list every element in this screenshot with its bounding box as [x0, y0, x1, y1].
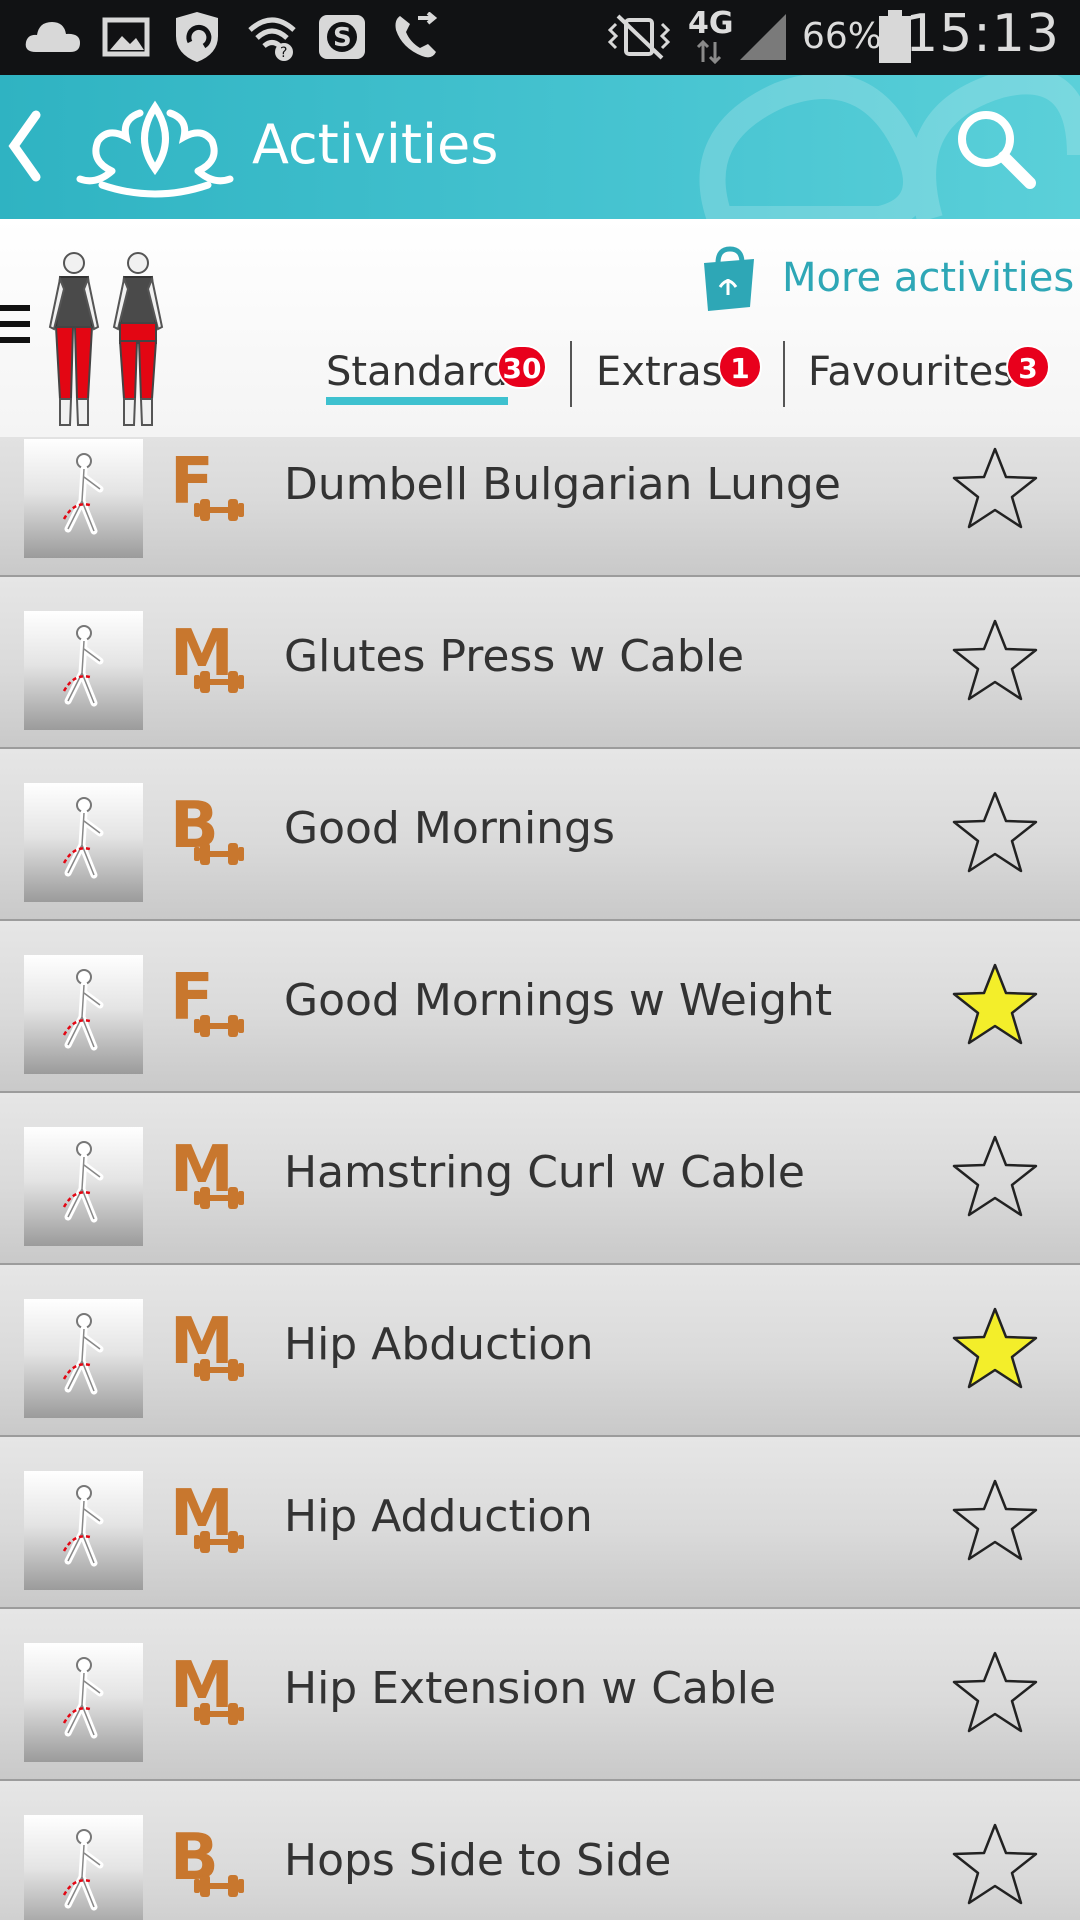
exercise-thumbnail [24, 1815, 143, 1920]
favourite-star-icon[interactable] [950, 617, 1040, 705]
list-item[interactable]: M Hamstring Curl w Cable [0, 1093, 1080, 1265]
tab-divider [570, 341, 572, 407]
app-bar: Activities [0, 75, 1080, 219]
level-badge: F [170, 961, 254, 1045]
favourite-star-icon[interactable] [950, 1821, 1040, 1909]
call-forward-icon [395, 12, 438, 58]
standard-count-badge: 30 [497, 345, 547, 389]
exercise-thumbnail [24, 1127, 143, 1246]
cloud-icon [25, 22, 80, 52]
app-logo [76, 100, 234, 198]
exercise-name: Hops Side to Side [284, 1835, 672, 1886]
exercise-name: Hip Abduction [284, 1319, 594, 1370]
muscle-map-figure[interactable] [40, 249, 172, 433]
gallery-icon [102, 17, 150, 57]
list-item[interactable]: M Hip Extension w Cable [0, 1609, 1080, 1781]
exercise-thumbnail [24, 783, 143, 902]
exercise-name: Hip Adduction [284, 1491, 593, 1542]
favourite-star-icon[interactable] [950, 1649, 1040, 1737]
level-badge: M [170, 1305, 254, 1389]
favourite-star-icon-filled[interactable] [950, 1305, 1040, 1393]
list-item[interactable]: M Hip Adduction [0, 1437, 1080, 1609]
exercise-thumbnail [24, 611, 143, 730]
tab-extras-label: Extras [596, 349, 723, 395]
level-badge: M [170, 617, 254, 701]
level-badge: M [170, 1133, 254, 1217]
list-item[interactable]: B Hops Side to Side [0, 1781, 1080, 1920]
list-item[interactable]: F Dumbell Bulgarian Lunge [0, 437, 1080, 577]
menu-icon[interactable] [0, 303, 30, 345]
level-badge: M [170, 1477, 254, 1561]
list-item[interactable]: M Glutes Press w Cable [0, 577, 1080, 749]
clock: 15:13 [905, 4, 1060, 64]
favourites-count-badge: 3 [1006, 345, 1050, 389]
shopping-bag-icon [704, 246, 754, 311]
exercise-name: Glutes Press w Cable [284, 631, 745, 682]
shield-sync-icon [176, 12, 218, 62]
tab-standard[interactable]: Standard [326, 349, 508, 405]
exercise-name: Good Mornings w Weight [284, 975, 833, 1026]
svg-text:S: S [333, 23, 352, 53]
signal-icon [740, 14, 786, 60]
favourite-star-icon[interactable] [950, 1133, 1040, 1221]
level-badge: F [170, 445, 254, 529]
svg-text:?: ? [280, 45, 287, 61]
wifi-question-icon: ? [248, 17, 296, 61]
level-badge: M [170, 1649, 254, 1733]
extras-count-badge: 1 [718, 345, 762, 389]
favourite-star-icon[interactable] [950, 1477, 1040, 1565]
tab-favourites[interactable]: Favourites [808, 349, 1014, 395]
exercise-thumbnail [24, 1471, 143, 1590]
exercise-thumbnail [24, 439, 143, 558]
favourite-star-icon[interactable] [950, 445, 1040, 533]
activities-header: More activities Standard 30 Extras 1 Fav… [0, 219, 1080, 439]
page-title: Activities [252, 113, 499, 176]
skype-icon: S [319, 15, 365, 59]
exercise-thumbnail [24, 1299, 143, 1418]
exercise-name: Hamstring Curl w Cable [284, 1147, 805, 1198]
level-badge: B [170, 1821, 254, 1905]
battery-percent: 66% [802, 16, 883, 57]
tab-standard-label: Standard [326, 349, 508, 395]
favourite-star-icon[interactable] [950, 789, 1040, 877]
vibrate-mute-icon [607, 14, 671, 60]
status-bar: ? S 4G 66% 15:13 [0, 0, 1080, 75]
data-arrows-icon [696, 40, 722, 64]
list-item[interactable]: M Hip Abduction [0, 1265, 1080, 1437]
list-item[interactable]: B Good Mornings [0, 749, 1080, 921]
network-type: 4G [688, 6, 734, 41]
favourite-star-icon-filled[interactable] [950, 961, 1040, 1049]
activities-list[interactable]: F Dumbell Bulgarian Lunge M Glutes Press w … [0, 437, 1080, 1920]
exercise-thumbnail [24, 955, 143, 1074]
more-activities-label: More activities [782, 255, 1075, 301]
exercise-thumbnail [24, 1643, 143, 1762]
back-arrow-icon[interactable] [4, 103, 44, 189]
exercise-name: Dumbell Bulgarian Lunge [284, 459, 841, 510]
level-badge: B [170, 789, 254, 873]
exercise-name: Good Mornings [284, 803, 615, 854]
search-icon[interactable] [950, 103, 1040, 193]
list-item[interactable]: F Good Mornings w Weight [0, 921, 1080, 1093]
tab-divider [783, 341, 785, 407]
tab-favourites-label: Favourites [808, 349, 1015, 395]
tab-extras[interactable]: Extras [596, 349, 722, 395]
exercise-name: Hip Extension w Cable [284, 1663, 777, 1714]
